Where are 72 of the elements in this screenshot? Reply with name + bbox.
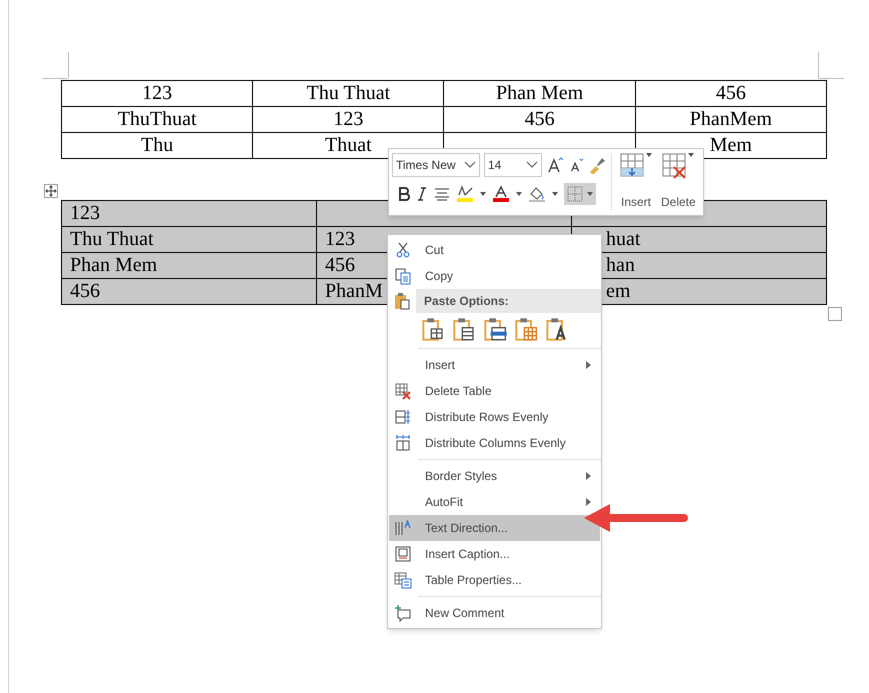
table-properties-icon (394, 571, 412, 589)
italic-icon[interactable] (416, 187, 428, 201)
menu-item[interactable]: Distribute Rows Evenly (389, 404, 600, 430)
table-cell: Phan Mem (444, 80, 636, 106)
caption-icon (394, 545, 412, 563)
menu-item-label: Border Styles (424, 468, 498, 485)
menu-item[interactable]: AutoFit (389, 489, 600, 515)
shrink-font-icon[interactable] (568, 157, 584, 173)
menu-item[interactable]: Border Styles (389, 463, 600, 489)
menu-item-label: Distribute Rows Evenly (424, 409, 550, 426)
font-size-field[interactable]: 14 (484, 153, 542, 177)
menu-item[interactable]: New Comment (389, 600, 600, 626)
distribute-columns-icon (394, 434, 412, 452)
table-cell: 123 (62, 200, 316, 226)
menu-item[interactable]: Text Direction... (389, 515, 600, 541)
menu-item-label: Distribute Columns Evenly (424, 435, 567, 452)
caret-icon (587, 192, 593, 196)
table-cell: 456 (62, 278, 316, 304)
chevron-down-icon (464, 161, 476, 169)
menu-item[interactable]: Insert (389, 352, 600, 378)
format-painter-icon[interactable] (588, 156, 606, 174)
table-cell: 456 (635, 80, 826, 106)
move-handle-icon[interactable] (44, 184, 58, 198)
menu-item-label: Table Properties... (424, 572, 523, 589)
menu-item[interactable]: Distribute Columns Evenly (389, 430, 600, 456)
font-color-icon[interactable] (492, 185, 510, 203)
table-cell: Thu Thuat (252, 80, 444, 106)
grow-font-icon[interactable] (546, 156, 564, 174)
caret-icon (516, 192, 522, 196)
menu-item-label: Insert Caption... (424, 546, 511, 563)
paste-overwrite-cells-icon[interactable] (515, 317, 539, 341)
paste-options-header: Paste Options: (416, 289, 601, 313)
paste-merge-table-icon[interactable] (484, 317, 508, 341)
table-cell: Phan Mem (62, 252, 316, 278)
distribute-rows-icon (394, 408, 412, 426)
table-cell: Thu (62, 132, 253, 158)
borders-icon (567, 186, 583, 202)
clipboard-icon (393, 292, 411, 310)
menu-item[interactable]: Table Properties... (389, 567, 600, 593)
delete-table-icon (662, 153, 688, 179)
menu-item[interactable]: Delete Table (389, 378, 600, 404)
comment-icon (394, 604, 412, 622)
menu-item-label: Insert (424, 357, 456, 374)
table-cell: Thu Thuat (62, 226, 316, 252)
table-cell: PhanMem (635, 106, 826, 132)
scissors-icon (396, 242, 410, 258)
highlighter-icon[interactable] (456, 185, 474, 203)
borders-button[interactable] (564, 183, 596, 205)
bold-icon[interactable] (398, 187, 410, 201)
menu-item[interactable]: Insert Caption... (389, 541, 600, 567)
menu-item-label: Delete Table (424, 383, 492, 400)
text-direction-icon (394, 519, 412, 537)
arrow-icon (584, 502, 688, 534)
caret-icon (552, 192, 558, 196)
align-center-icon[interactable] (434, 187, 450, 201)
caret-icon (480, 192, 486, 196)
copy-icon (394, 267, 412, 285)
table-cell: ThuThuat (62, 106, 253, 132)
menu-item-label: Text Direction... (424, 520, 509, 537)
table-cell: 456 (444, 106, 636, 132)
menu-item-label: New Comment (424, 605, 506, 622)
menu-item-label: AutoFit (424, 494, 464, 511)
chevron-down-icon (526, 161, 538, 169)
shading-bucket-icon[interactable] (528, 185, 546, 203)
table-cell: 123 (62, 80, 253, 106)
caret-icon (688, 153, 694, 157)
insert-table-icon (620, 153, 646, 179)
table-cell: 123 (252, 106, 444, 132)
font-name-field[interactable]: Times New (392, 153, 480, 177)
caret-icon (646, 153, 652, 157)
resize-handle[interactable] (828, 307, 842, 321)
delete-table-icon (394, 382, 412, 400)
